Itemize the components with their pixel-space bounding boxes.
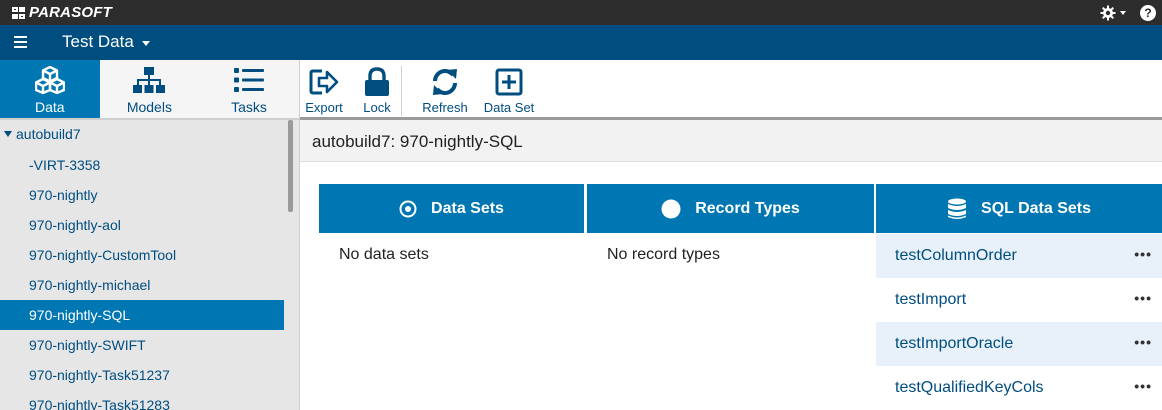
cubes-icon — [34, 66, 65, 94]
toolbar: Export Lock Refresh Data Set — [300, 60, 1162, 118]
list-icon — [233, 68, 264, 92]
sql-data-sets-title: SQL Data Sets — [981, 199, 1091, 217]
tree-item[interactable]: 970-nightly-SWIFT — [0, 330, 284, 360]
breadcrumb: autobuild7: 970-nightly-SQL — [312, 132, 523, 151]
tab-data-label: Data — [35, 99, 65, 115]
refresh-label: Refresh — [422, 100, 468, 115]
tree-item[interactable]: 970-nightly-Task51283 — [0, 390, 284, 410]
breadcrumb-bar: autobuild7: 970-nightly-SQL — [300, 120, 1162, 162]
sql-data-sets-header: SQL Data Sets — [876, 184, 1162, 233]
tab-tasks-label: Tasks — [231, 99, 267, 115]
tree-scrollbar[interactable] — [288, 120, 293, 212]
more-options-icon[interactable]: ••• — [1134, 246, 1152, 262]
settings-menu[interactable] — [1100, 5, 1126, 21]
lock-icon — [365, 67, 389, 96]
app-title-dropdown[interactable]: Test Data — [62, 32, 150, 52]
export-button[interactable]: Export — [304, 60, 344, 118]
tree-root-label: autobuild7 — [16, 126, 81, 142]
record-types-empty: No record types — [607, 246, 720, 263]
repository-tree: autobuild7 -VIRT-3358 970-nightly 970-ni… — [0, 120, 299, 410]
tab-tasks[interactable]: Tasks — [199, 60, 299, 118]
tree-item[interactable]: 970-nightly-CustomTool — [0, 240, 284, 270]
hamburger-menu-icon[interactable] — [14, 36, 27, 48]
page-title: Test Data — [62, 32, 134, 51]
caret-down-icon — [4, 131, 12, 137]
more-options-icon[interactable]: ••• — [1134, 334, 1152, 350]
tree-item-selected[interactable]: 970-nightly-SQL — [0, 300, 284, 330]
data-sets-header: Data Sets — [319, 184, 584, 233]
sql-data-set-name: testImportOracle — [895, 335, 1014, 352]
title-bar: Test Data — [0, 25, 1162, 60]
circle-icon — [661, 199, 681, 218]
more-options-icon[interactable]: ••• — [1134, 290, 1152, 306]
sql-data-set-name: testQualifiedKeyCols — [895, 379, 1044, 396]
sql-data-set-row[interactable]: testImport ••• — [876, 278, 1162, 322]
sql-data-set-name: testImport — [895, 291, 967, 308]
brand-bar: PARASOFT ? — [0, 0, 1162, 25]
tree-root-node[interactable]: autobuild7 — [4, 126, 81, 142]
tab-models-label: Models — [126, 99, 172, 115]
export-icon — [309, 69, 339, 95]
hierarchy-icon — [133, 67, 166, 93]
tree-item[interactable]: -VIRT-3358 — [0, 150, 284, 180]
tree-item[interactable]: 970-nightly-aol — [0, 210, 284, 240]
brand-name: PARASOFT — [29, 4, 112, 21]
record-types-header: Record Types — [587, 184, 874, 233]
record-types-title: Record Types — [695, 199, 800, 217]
data-set-label: Data Set — [483, 100, 535, 115]
tab-data[interactable]: Data — [0, 60, 100, 118]
sql-data-set-row[interactable]: testColumnOrder ••• — [876, 234, 1162, 278]
data-sets-empty: No data sets — [339, 246, 429, 263]
tree-item[interactable]: 970-nightly — [0, 180, 284, 210]
add-data-set-button[interactable]: Data Set — [482, 60, 536, 118]
tree-item[interactable]: 970-nightly-Task51237 — [0, 360, 284, 390]
sql-data-set-name: testColumnOrder — [895, 247, 1017, 264]
gear-icon — [1100, 5, 1116, 20]
refresh-icon — [433, 69, 457, 95]
help-icon[interactable]: ? — [1140, 4, 1156, 21]
parasoft-logo-icon — [12, 6, 25, 19]
lock-label: Lock — [363, 100, 391, 115]
toolbar-separator — [401, 66, 402, 116]
caret-down-icon — [141, 40, 150, 46]
plus-square-icon — [495, 68, 523, 96]
dot-circle-icon — [399, 200, 417, 217]
sql-data-set-row[interactable]: testQualifiedKeyCols ••• — [876, 366, 1162, 410]
tab-models[interactable]: Models — [100, 60, 200, 118]
tree-item[interactable]: 970-nightly-michael — [0, 270, 284, 300]
refresh-button[interactable]: Refresh — [420, 60, 470, 118]
sql-data-set-row[interactable]: testImportOracle ••• — [876, 322, 1162, 366]
chevron-down-icon — [1120, 10, 1126, 15]
more-options-icon[interactable]: ••• — [1134, 378, 1152, 394]
left-panel-tabs: Data Models Tasks — [0, 60, 299, 118]
database-icon — [948, 198, 967, 219]
parasoft-logo: PARASOFT — [12, 4, 112, 21]
data-sets-title: Data Sets — [431, 199, 504, 217]
lock-button[interactable]: Lock — [360, 60, 394, 118]
export-label: Export — [305, 100, 343, 115]
